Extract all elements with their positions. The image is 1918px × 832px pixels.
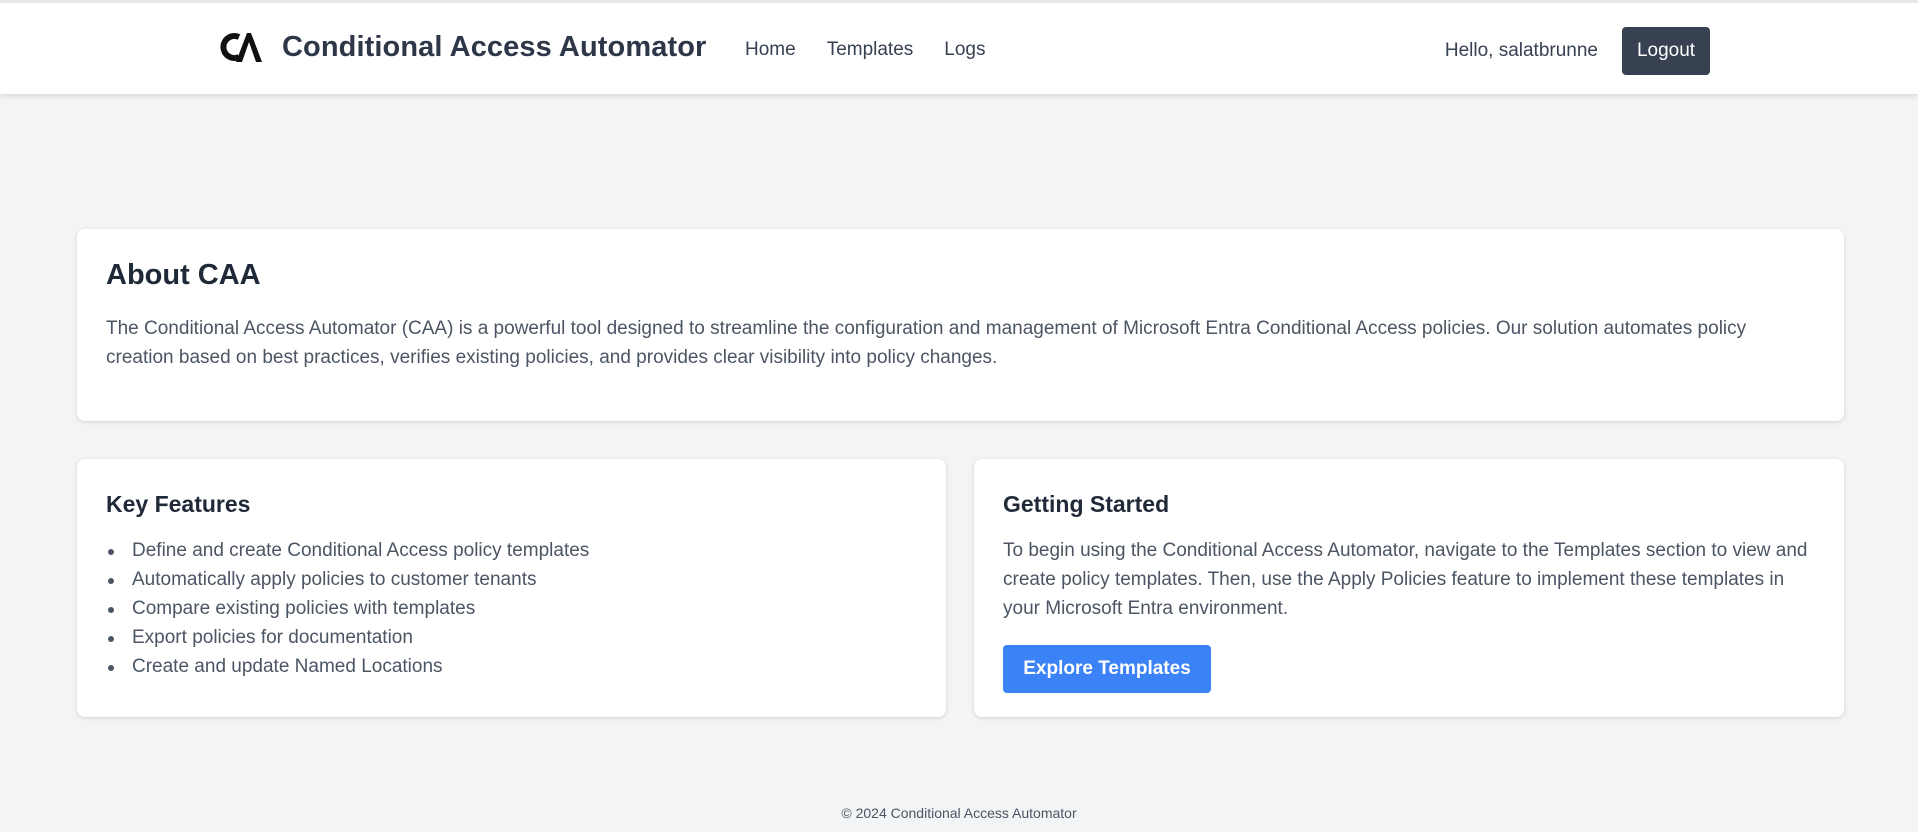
main-nav: Home Templates Logs [745,39,986,61]
about-card: About CAA The Conditional Access Automat… [77,229,1844,421]
footer-copyright: © 2024 Conditional Access Automator [841,805,1077,821]
key-features-card: Key Features Define and create Condition… [77,459,946,717]
key-features-title: Key Features [106,491,251,517]
top-navigation-bar: Conditional Access Automator Home Templa… [0,0,1918,94]
features-list: Define and create Conditional Access pol… [106,536,917,681]
getting-started-title: Getting Started [1003,491,1170,517]
about-title: About CAA [106,259,261,291]
getting-started-card: Getting Started To begin using the Condi… [974,459,1844,717]
feature-item: Automatically apply policies to customer… [106,565,917,594]
nav-link-home[interactable]: Home [745,39,796,61]
user-greeting: Hello, salatbrunne [1444,40,1598,61]
about-description: The Conditional Access Automator (CAA) i… [106,318,1747,368]
feature-item: Define and create Conditional Access pol… [106,536,917,565]
brand-home-link[interactable]: Conditional Access Automator [220,29,706,65]
logout-button[interactable]: Logout [1622,27,1710,75]
feature-item: Export policies for documentation [106,623,917,652]
explore-templates-button[interactable]: Explore Templates [1003,645,1211,693]
caa-logo-icon [220,33,262,62]
user-area: Hello, salatbrunne Logout [1445,27,1710,75]
getting-started-description: To begin using the Conditional Access Au… [1003,540,1808,619]
nav-link-templates[interactable]: Templates [827,39,914,61]
feature-item: Compare existing policies with templates [106,594,917,623]
nav-link-logs[interactable]: Logs [944,39,985,61]
feature-item: Create and update Named Locations [106,652,917,681]
app-title: Conditional Access Automator [282,30,707,63]
footer: © 2024 Conditional Access Automator [0,805,1918,821]
